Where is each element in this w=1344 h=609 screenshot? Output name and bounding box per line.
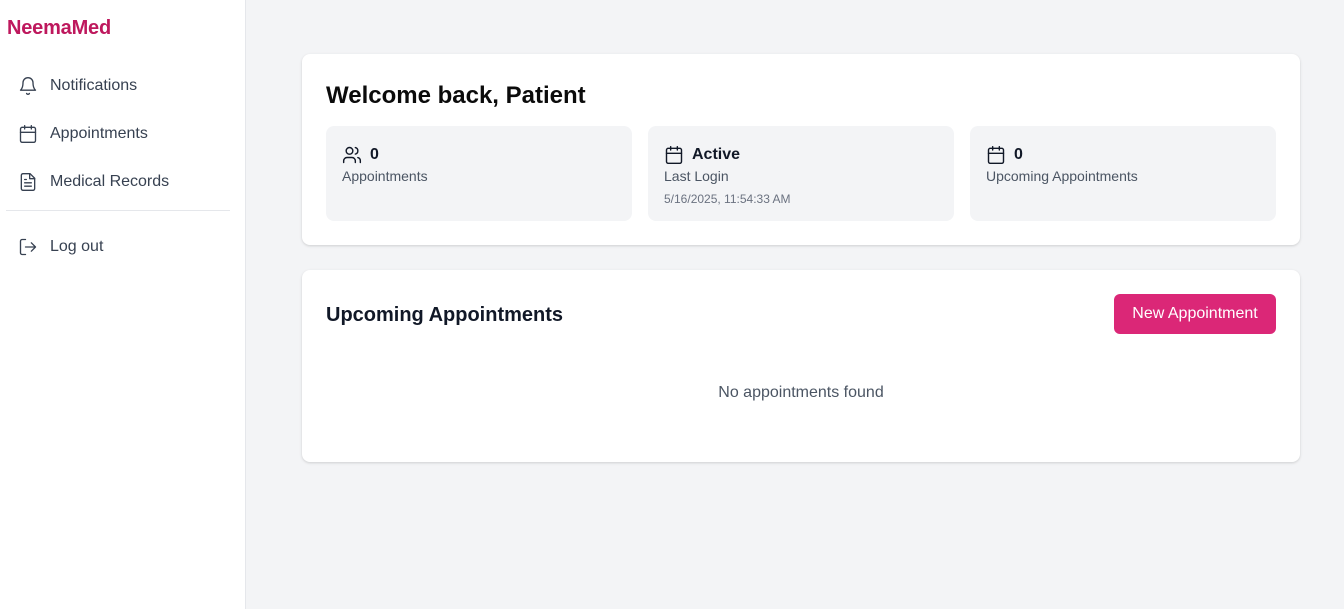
calendar-icon — [18, 124, 38, 144]
empty-state-message: No appointments found — [718, 384, 884, 401]
sidebar-item-medical-records[interactable]: Medical Records — [6, 162, 230, 202]
logout-label: Log out — [50, 238, 104, 255]
logout-icon — [18, 237, 38, 257]
sidebar-item-appointments[interactable]: Appointments — [6, 114, 230, 154]
sidebar-item-label: Medical Records — [50, 173, 170, 190]
sidebar-item-label: Appointments — [50, 125, 148, 142]
stat-label: Upcoming Appointments — [986, 168, 1138, 184]
stat-label: Appointments — [342, 168, 428, 184]
logout-button[interactable]: Log out — [6, 227, 230, 267]
sidebar-divider — [6, 210, 230, 211]
users-icon — [342, 145, 362, 165]
stat-value: 0 — [370, 146, 379, 163]
sidebar-item-label: Notifications — [50, 77, 138, 94]
upcoming-appointments-card: Upcoming Appointments New Appointment No… — [302, 270, 1300, 462]
bell-icon — [18, 76, 38, 96]
stat-last-login: Active Last Login 5/16/2025, 11:54:33 AM — [648, 126, 954, 221]
last-login-timestamp: 5/16/2025, 11:54:33 AM — [664, 192, 791, 206]
page-title: Welcome back, Patient — [326, 82, 586, 109]
stat-label: Last Login — [664, 168, 729, 184]
stat-value: 0 — [1014, 146, 1023, 163]
stat-upcoming-appointments: 0 Upcoming Appointments — [970, 126, 1276, 221]
welcome-card: Welcome back, Patient 0 Appointments Act… — [302, 54, 1300, 245]
calendar-icon — [986, 145, 1006, 165]
document-icon — [18, 172, 38, 192]
sidebar: NeemaMed Notifications Appointments Medi… — [0, 0, 246, 609]
section-title: Upcoming Appointments — [326, 304, 564, 326]
calendar-icon — [664, 145, 684, 165]
stat-value: Active — [692, 146, 741, 163]
stat-appointments: 0 Appointments — [326, 126, 632, 221]
brand-logo[interactable]: NeemaMed — [7, 17, 111, 40]
new-appointment-button[interactable]: New Appointment — [1114, 294, 1276, 334]
sidebar-item-notifications[interactable]: Notifications — [6, 66, 230, 106]
